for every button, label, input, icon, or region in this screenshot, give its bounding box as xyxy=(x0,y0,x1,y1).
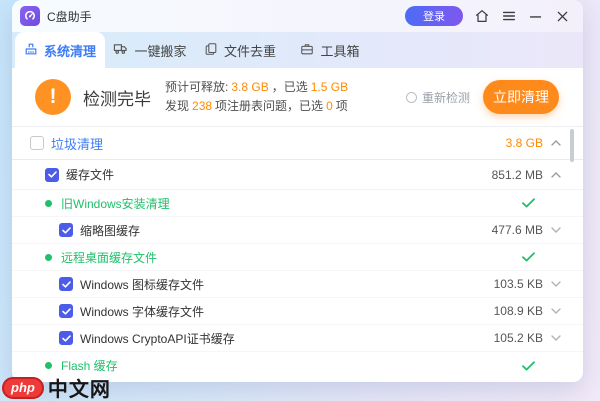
tab-label: 文件去重 xyxy=(224,41,276,60)
warning-icon: ! xyxy=(35,79,71,115)
broom-icon xyxy=(24,42,38,59)
list-item-icon-cache[interactable]: Windows 图标缓存文件 103.5 KB xyxy=(12,271,583,298)
done-check-icon xyxy=(513,198,543,208)
item-size: 105.2 KB xyxy=(494,331,543,345)
list-item-thumbnail-cache[interactable]: 缩略图缓存 477.6 MB xyxy=(12,217,583,244)
scan-status-title: 检测完毕 xyxy=(83,85,151,110)
item-checkbox[interactable] xyxy=(59,331,73,345)
green-dot-icon xyxy=(45,362,52,369)
item-label: 缩略图缓存 xyxy=(80,222,140,239)
scrollbar-thumb[interactable] xyxy=(570,129,574,162)
tab-label: 一键搬家 xyxy=(134,41,186,60)
item-checkbox[interactable] xyxy=(59,277,73,291)
subgroup-size: 851.2 MB xyxy=(492,168,543,182)
subgroup-row-cache-files[interactable]: 缓存文件 851.2 MB xyxy=(12,160,583,190)
list-item-old-windows[interactable]: 旧Windows安装清理 xyxy=(12,190,583,217)
item-size: 103.5 KB xyxy=(494,277,543,291)
scan-summary: 预计可释放:3.8 GB，已选1.5 GB 发现238项注册表问题，已选0项 xyxy=(165,78,351,116)
subgroup-label: 缓存文件 xyxy=(66,166,114,183)
item-size: 108.9 KB xyxy=(494,304,543,318)
releasable-size: 3.8 GB xyxy=(231,80,268,94)
item-size: 477.6 MB xyxy=(492,223,543,237)
minimize-icon[interactable] xyxy=(527,8,544,25)
titlebar: C盘助手 登录 xyxy=(12,0,583,32)
done-check-icon xyxy=(513,252,543,262)
php-logo: php xyxy=(2,377,44,399)
item-label: Flash 缓存 xyxy=(61,357,118,374)
tab-bar: 系统清理 一键搬家 文件去重 xyxy=(12,32,583,68)
rescan-circle-icon xyxy=(406,92,417,103)
done-check-icon xyxy=(513,361,543,371)
tab-toolbox[interactable]: 工具箱 xyxy=(285,32,375,68)
list-item-remote-desktop-cache[interactable]: 远程桌面缓存文件 xyxy=(12,244,583,271)
subgroup-checkbox[interactable] xyxy=(45,168,59,182)
tab-file-dedup[interactable]: 文件去重 xyxy=(195,32,285,68)
login-button[interactable]: 登录 xyxy=(405,6,463,26)
list-item-font-cache[interactable]: Windows 字体缓存文件 108.9 KB xyxy=(12,298,583,325)
close-icon[interactable] xyxy=(554,8,571,25)
app-logo-icon xyxy=(20,6,40,26)
chevron-up-icon[interactable] xyxy=(543,172,569,178)
chevron-down-icon[interactable] xyxy=(543,281,569,287)
titlebar-controls: 登录 xyxy=(405,6,571,26)
chevron-down-icon[interactable] xyxy=(543,227,569,233)
chevron-up-icon[interactable] xyxy=(543,140,569,146)
green-dot-icon xyxy=(45,200,52,207)
registry-count: 238 xyxy=(192,99,212,113)
item-label: Windows 字体缓存文件 xyxy=(80,303,204,320)
clean-now-button[interactable]: 立即清理 xyxy=(483,80,559,114)
group-size: 3.8 GB xyxy=(506,136,543,150)
cleanup-list: 垃圾清理 3.8 GB 缓存文件 851.2 MB 旧Windows xyxy=(12,127,583,379)
item-label: Windows CryptoAPI证书缓存 xyxy=(80,330,235,347)
item-label: 远程桌面缓存文件 xyxy=(61,249,157,266)
item-checkbox[interactable] xyxy=(59,304,73,318)
site-watermark: php 中文网 xyxy=(2,373,111,401)
tab-label: 系统清理 xyxy=(44,41,96,60)
item-checkbox[interactable] xyxy=(59,223,73,237)
menu-icon[interactable] xyxy=(500,8,517,25)
list-item-cryptoapi-cache[interactable]: Windows CryptoAPI证书缓存 105.2 KB xyxy=(12,325,583,352)
scan-status-panel: ! 检测完毕 预计可释放:3.8 GB，已选1.5 GB 发现238项注册表问题… xyxy=(12,68,583,127)
group-checkbox[interactable] xyxy=(30,136,44,150)
home-icon[interactable] xyxy=(473,8,490,25)
summary-line-releasable: 预计可释放:3.8 GB，已选1.5 GB xyxy=(165,78,351,97)
tab-one-key-move[interactable]: 一键搬家 xyxy=(105,32,195,68)
toolbox-icon xyxy=(300,42,314,59)
item-label: 旧Windows安装清理 xyxy=(61,195,170,212)
app-title: C盘助手 xyxy=(47,8,92,25)
group-row-junk-clean[interactable]: 垃圾清理 3.8 GB xyxy=(12,127,583,160)
chevron-down-icon[interactable] xyxy=(543,335,569,341)
item-label: Windows 图标缓存文件 xyxy=(80,276,204,293)
watermark-text: 中文网 xyxy=(48,373,111,401)
rescan-label: 重新检测 xyxy=(422,89,470,106)
registry-selected-count: 0 xyxy=(326,99,333,113)
summary-line-registry: 发现238项注册表问题，已选0项 xyxy=(165,97,351,116)
group-label: 垃圾清理 xyxy=(51,134,103,153)
tab-system-clean[interactable]: 系统清理 xyxy=(15,32,105,68)
selected-size: 1.5 GB xyxy=(311,80,348,94)
tab-label: 工具箱 xyxy=(320,41,359,60)
chevron-down-icon[interactable] xyxy=(543,308,569,314)
copy-icon xyxy=(204,42,218,59)
app-window: C盘助手 登录 xyxy=(12,0,583,382)
rescan-button[interactable]: 重新检测 xyxy=(406,89,470,106)
truck-icon xyxy=(113,41,128,59)
green-dot-icon xyxy=(45,254,52,261)
